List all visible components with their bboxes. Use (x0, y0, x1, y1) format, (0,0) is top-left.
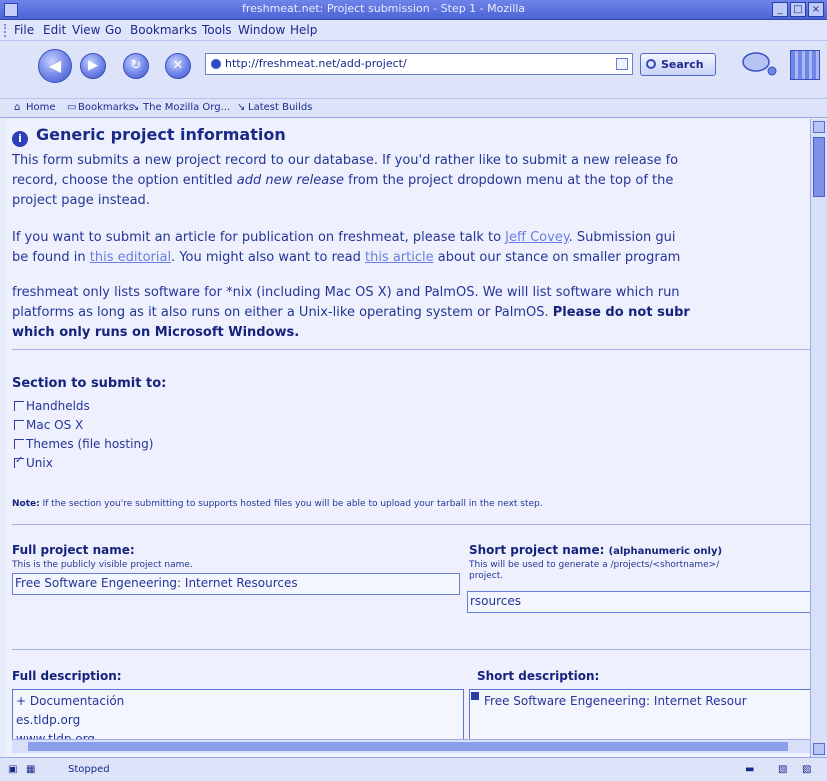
search-button[interactable]: Search (640, 53, 716, 76)
close-button[interactable]: × (808, 2, 824, 17)
platform-line: platforms as long as it also runs on eit… (12, 305, 690, 320)
toolbar-grip[interactable] (4, 24, 8, 37)
section-checkbox-macosx[interactable]: Mac OS X (14, 418, 83, 432)
platform-line: which only runs on Microsoft Windows. (12, 325, 300, 340)
platform-line: freshmeat only lists software for *nix (… (12, 285, 680, 300)
intro-paragraph: This form submits a new project record t… (12, 151, 810, 211)
page-heading: i Generic project information (12, 125, 286, 147)
status-bar: ▣ ▦ Stopped ▬ ▧ ▨ (0, 757, 827, 781)
platform-paragraph: freshmeat only lists software for *nix (… (12, 283, 810, 343)
forward-arrow-icon: ▶ (88, 58, 98, 73)
menu-tools[interactable]: Tools (202, 23, 232, 37)
site-icon (211, 59, 221, 69)
section-label: Section to submit to: (12, 376, 167, 391)
print-icon[interactable] (740, 49, 780, 79)
jeff-covey-link[interactable]: Jeff Covey (505, 230, 568, 245)
stop-icon: ✕ (172, 58, 184, 73)
search-icon (646, 59, 656, 69)
page-content: i Generic project information This form s… (6, 119, 810, 757)
article-paragraph: If you want to submit an article for pub… (12, 230, 681, 265)
section-checkbox-handhelds[interactable]: Handhelds (14, 399, 90, 413)
vertical-scrollbar[interactable] (810, 119, 827, 757)
url-input[interactable] (225, 57, 605, 70)
forward-button[interactable]: ▶ (80, 53, 106, 79)
menu-go[interactable]: Go (105, 23, 122, 37)
home-icon: ⌂ (14, 102, 21, 113)
intro-line: This form submits a new project record t… (12, 153, 679, 168)
note-text: Note: If the section you're submitting t… (12, 499, 543, 509)
bookmarks-icon: ▭ (67, 102, 77, 113)
intro-line: record, choose the option entitled add n… (12, 173, 674, 188)
checkbox[interactable] (14, 401, 24, 411)
section-checkbox-themes[interactable]: Themes (file hosting) (14, 437, 153, 451)
article-link[interactable]: this article (365, 250, 434, 265)
checkbox[interactable] (14, 439, 24, 449)
short-name-input[interactable]: rsources (467, 591, 810, 613)
bookmark-arrow-icon: ↘ (131, 102, 140, 113)
horizontal-scrollbar[interactable] (12, 739, 810, 753)
home-link[interactable]: Home (26, 102, 56, 113)
menu-help[interactable]: Help (290, 23, 317, 37)
editorial-link[interactable]: this editorial (90, 250, 171, 265)
divider (12, 349, 810, 350)
add-new-release-text: add new release (236, 173, 345, 188)
menu-window[interactable]: Window (238, 23, 285, 37)
menu-file[interactable]: File (14, 23, 34, 37)
horizontal-scroll-thumb[interactable] (28, 742, 788, 751)
full-name-help: This is the publicly visible project nam… (12, 560, 193, 570)
status-lock-icon: ▧ (778, 764, 788, 775)
throbber-icon[interactable] (790, 50, 820, 80)
url-bar[interactable] (205, 53, 633, 75)
reload-button[interactable]: ↻ (123, 53, 149, 79)
back-button[interactable]: ◀ (38, 49, 72, 83)
checkbox[interactable] (14, 420, 24, 430)
offline-icon[interactable]: ▣ (8, 764, 17, 775)
mozilla-org-link[interactable]: The Mozilla Org... (143, 102, 230, 113)
go-icon[interactable] (616, 58, 628, 70)
reload-icon: ↻ (130, 58, 142, 73)
full-description-label: Full description: (12, 669, 122, 683)
scroll-up-icon[interactable] (471, 692, 479, 700)
intro-line: project page instead. (12, 193, 150, 208)
vertical-scroll-thumb[interactable] (813, 137, 825, 197)
menu-bar: File Edit View Go Bookmarks Tools Window… (0, 20, 827, 41)
info-icon: i (12, 131, 28, 147)
title-bar: freshmeat.net: Project submission - Step… (0, 0, 827, 20)
checkbox-checked[interactable] (14, 455, 24, 468)
window-title: freshmeat.net: Project submission - Step… (241, 2, 526, 15)
full-name-input[interactable]: Free Software Engeneering: Internet Reso… (12, 573, 460, 595)
short-name-label: Short project name: (alphanumeric only) (469, 543, 723, 557)
heading-text: Generic project information (36, 125, 286, 144)
scroll-up-button[interactable] (813, 121, 825, 133)
bookmarks-link[interactable]: Bookmarks (78, 102, 134, 113)
section-checkbox-unix[interactable]: Unix (14, 455, 53, 470)
search-button-label: Search (661, 58, 704, 71)
status-progress-icon: ▬ (745, 764, 755, 775)
menu-edit[interactable]: Edit (43, 23, 66, 37)
menu-bookmarks[interactable]: Bookmarks (130, 23, 197, 37)
navigation-toolbar: ◀ ▶ ↻ ✕ Search (0, 41, 827, 99)
menu-view[interactable]: View (72, 23, 100, 37)
divider (12, 649, 810, 650)
back-arrow-icon: ◀ (48, 56, 62, 75)
security-icon: ▦ (26, 764, 36, 775)
bookmark-arrow-icon: ↘ (237, 102, 246, 113)
status-component-icon: ▨ (802, 764, 812, 775)
latest-builds-link[interactable]: Latest Builds (248, 102, 312, 113)
divider (12, 524, 810, 525)
stop-button[interactable]: ✕ (165, 53, 191, 79)
personal-toolbar: ⌂ Home ▭ Bookmarks ↘ The Mozilla Org... … (0, 99, 827, 118)
short-name-help: This will be used to generate a /project… (469, 560, 720, 581)
maximize-button[interactable]: □ (790, 2, 806, 17)
scroll-down-button[interactable] (813, 743, 825, 755)
full-name-label: Full project name: (12, 543, 135, 557)
short-description-label: Short description: (477, 669, 600, 683)
status-text: Stopped (68, 764, 110, 775)
minimize-button[interactable]: _ (772, 2, 788, 17)
